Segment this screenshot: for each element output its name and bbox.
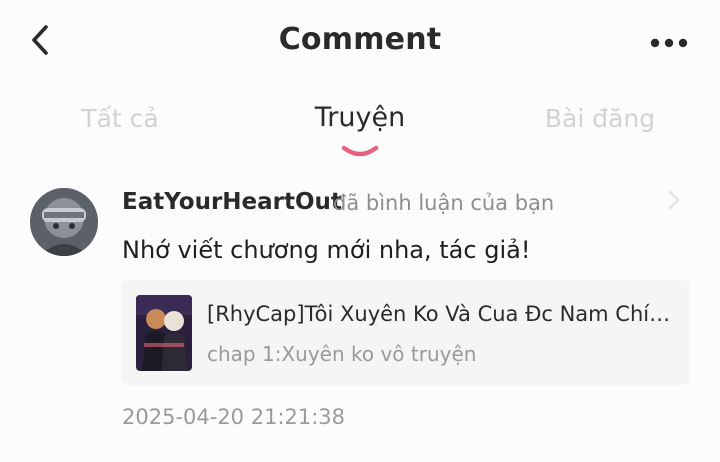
comment-text: Nhớ viết chương mới nha, tác giả!: [122, 236, 531, 264]
active-tab-indicator: [341, 145, 379, 157]
timestamp: 2025-04-20 21:21:38: [122, 405, 346, 429]
notification-item[interactable]: EatYourHeartOut đã bình luận của bạn Nhớ…: [0, 180, 720, 440]
page-title: Comment: [278, 22, 442, 57]
more-options-button[interactable]: [644, 26, 694, 60]
notification-action-text: đã bình luận của bạn: [333, 191, 555, 215]
tab-bar: Tất cả Truyện Bài đăng: [0, 96, 720, 166]
top-bar: Comment: [0, 0, 720, 84]
tab-story[interactable]: Truyện: [290, 102, 430, 133]
story-title: [RhyCap]Tôi Xuyên Ko Và Cua Đc Nam Chính…: [207, 302, 677, 326]
chevron-right-icon: [668, 190, 680, 210]
story-card[interactable]: [RhyCap]Tôi Xuyên Ko Và Cua Đc Nam Chính…: [121, 280, 690, 385]
commenter-username[interactable]: EatYourHeartOut: [122, 189, 342, 215]
more-dots-icon: [650, 38, 688, 48]
story-cover-image: [136, 295, 192, 371]
chapter-title: chap 1:Xuyên ko vô truyện: [207, 342, 477, 366]
tab-posts[interactable]: Bài đăng: [530, 104, 670, 133]
avatar[interactable]: [30, 188, 98, 256]
tab-all[interactable]: Tất cả: [60, 104, 180, 133]
